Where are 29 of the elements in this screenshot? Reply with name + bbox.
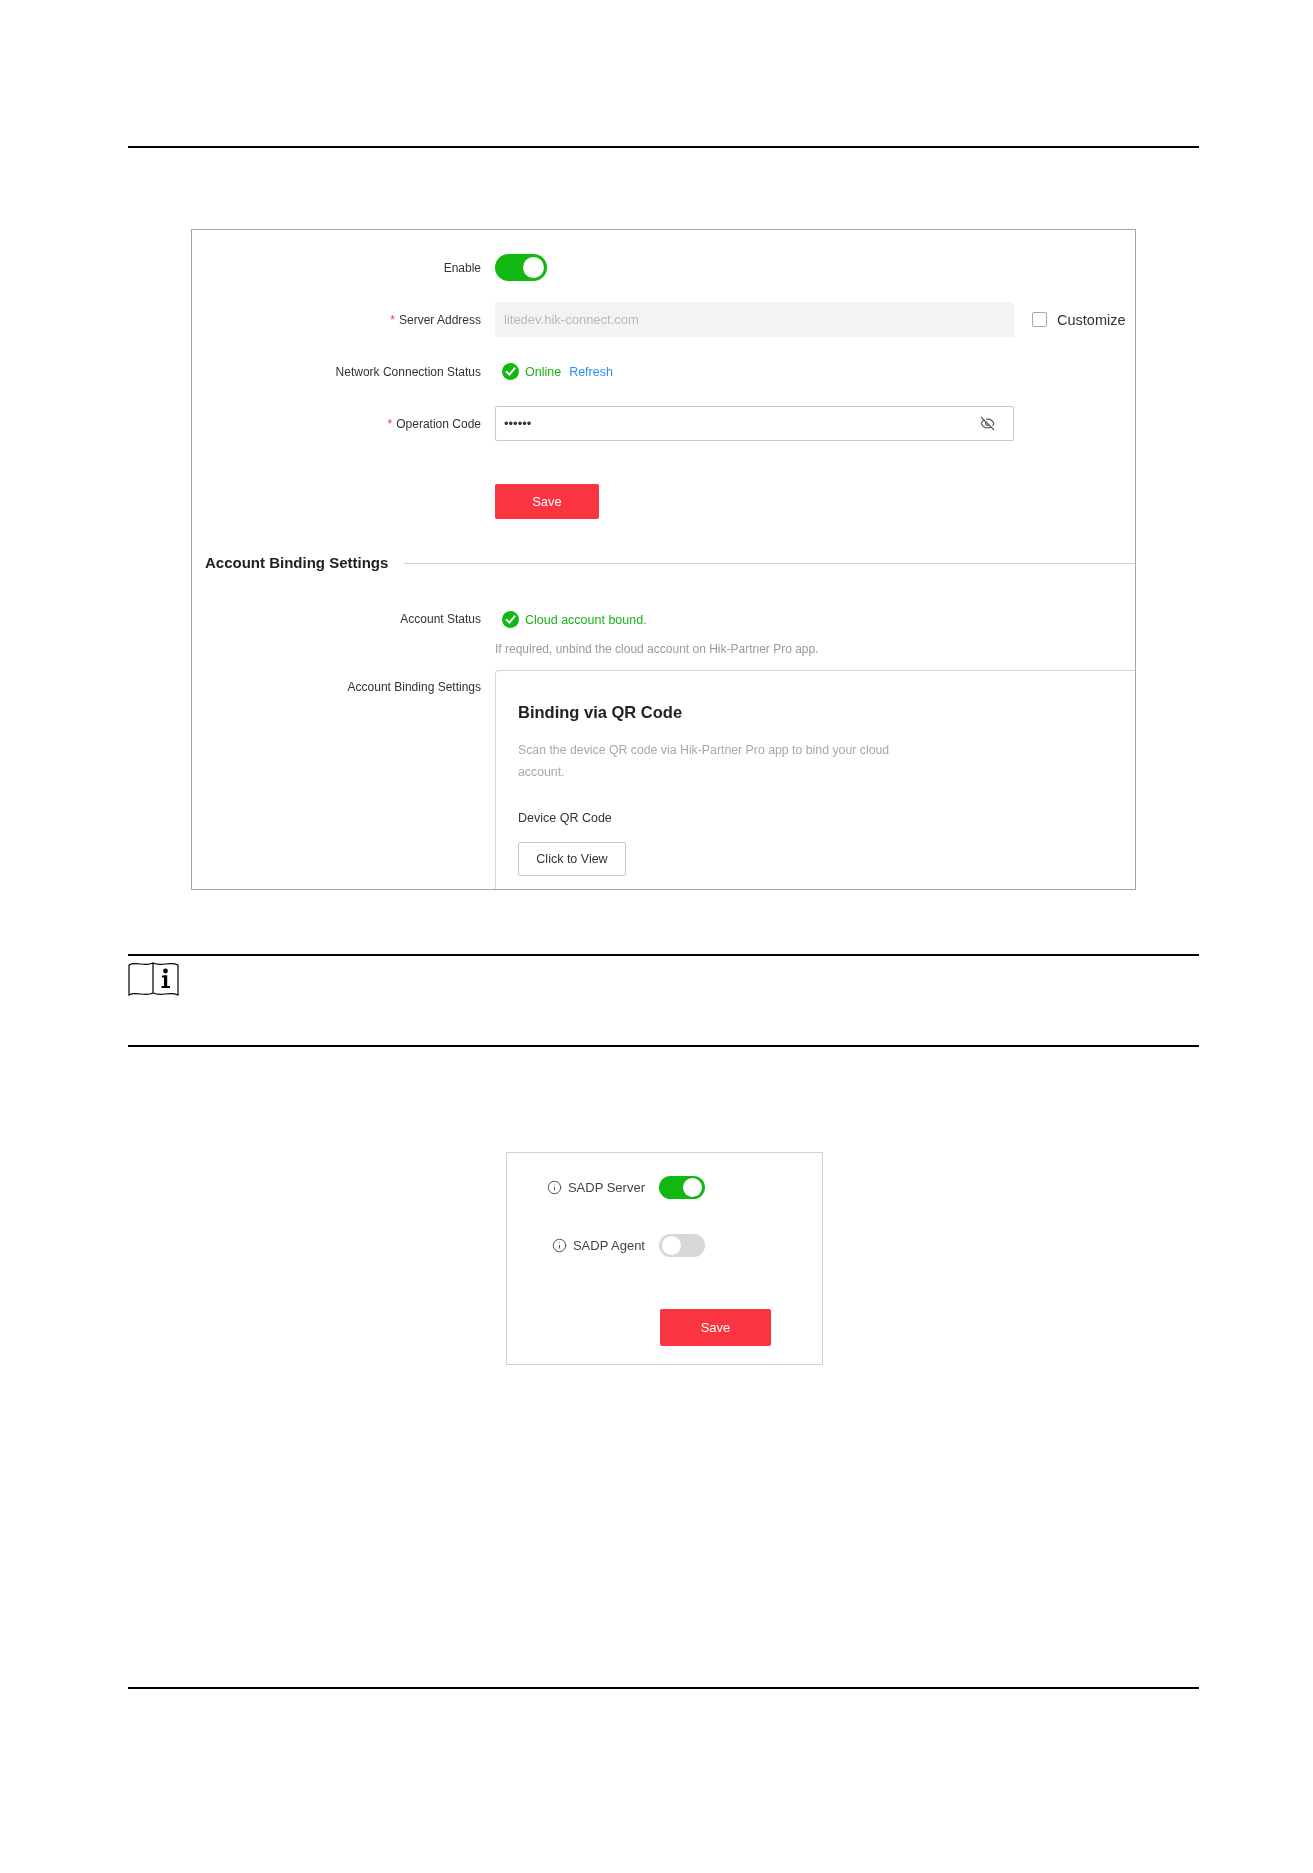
book-info-icon (128, 960, 179, 998)
toggle-switch[interactable] (659, 1175, 705, 1199)
field-label: Enable (443, 259, 481, 276)
qr-code-label: Device QR Code (518, 810, 612, 826)
click-to-view-button[interactable]: Click to View (518, 842, 626, 876)
save-button[interactable]: Save (660, 1309, 771, 1346)
field-label: Account Binding Settings (347, 679, 481, 695)
hint-text: If required, unbind the cloud account on Hik-Partner Pro app. (495, 641, 819, 658)
status-text: Cloud account bound. (525, 612, 647, 627)
toggle-switch[interactable] (659, 1233, 705, 1257)
card-description: Scan the device QR code via Hik-Partner Pro app to bind your cloud account. (518, 742, 891, 781)
field-label: Server Address (398, 311, 481, 328)
required-mark: * (390, 311, 395, 328)
toggle-switch[interactable] (495, 254, 547, 281)
section-heading: Account Binding Settings (205, 553, 389, 573)
field-label: Operation Code (396, 415, 481, 432)
password-field[interactable]: •••••• (495, 406, 1014, 441)
info-icon[interactable] (551, 1237, 567, 1253)
status-text: Online (525, 364, 562, 379)
eye-slash-icon[interactable] (980, 416, 995, 431)
card-title: Binding via QR Code (518, 702, 683, 722)
save-button[interactable]: Save (495, 484, 599, 519)
switch-label: SADP Server (567, 1179, 645, 1195)
required-mark: * (387, 415, 393, 432)
refresh-link[interactable]: Refresh (569, 364, 613, 379)
field-label: Network Connection Status (335, 363, 481, 380)
field-label: Account Status (400, 611, 481, 627)
info-icon[interactable] (546, 1179, 562, 1195)
switch-label: SADP Agent (572, 1237, 645, 1253)
